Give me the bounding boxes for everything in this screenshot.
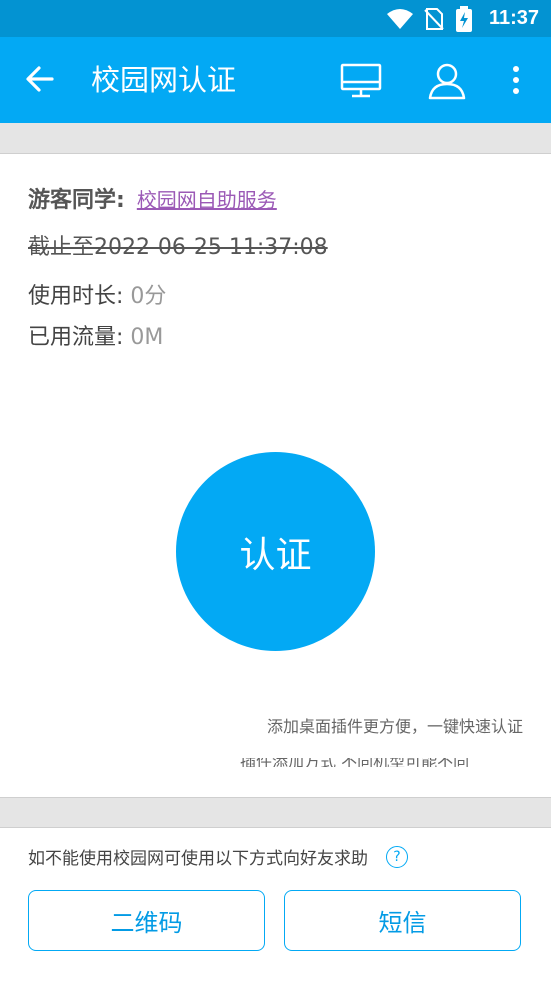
sms-button[interactable]: 短信 [284, 890, 521, 951]
qr-code-button-label: 二维码 [110, 909, 183, 937]
widget-tip-2: 插件添加方式 不同机型可能不同 [240, 758, 520, 767]
deadline-text: 截止至2022-06-25 11:37:08 [28, 235, 328, 260]
wifi-icon [387, 9, 413, 29]
self-service-link[interactable]: 校园网自助服务 [137, 188, 277, 212]
qr-code-button[interactable]: 二维码 [28, 890, 265, 951]
deadline-row: 截止至2022-06-25 11:37:08 [28, 233, 328, 263]
help-text: 如不能使用校园网可使用以下方式向好友求助 [28, 849, 368, 869]
arrow-back-icon[interactable] [24, 63, 56, 95]
widget-tip-2-text: 插件添加方式 不同机型可能不同 [240, 758, 469, 767]
clock: 11:37 [488, 7, 539, 29]
top-divider [0, 123, 551, 154]
sms-button-label: 短信 [378, 909, 427, 937]
bottom-divider [0, 797, 551, 828]
app-bar: 校园网认证 [0, 37, 551, 123]
guest-label: 游客同学: [28, 188, 125, 213]
traffic-value: 0M [130, 325, 164, 350]
more-vert-icon[interactable] [510, 65, 522, 95]
usage-time-row: 使用时长: 0分 [28, 282, 166, 312]
guest-row: 游客同学: 校园网自助服务 [28, 185, 277, 216]
battery-charging-icon [456, 6, 472, 32]
usage-time-value: 0分 [130, 284, 167, 309]
auth-button-label: 认证 [239, 534, 312, 576]
monitor-icon[interactable] [340, 63, 382, 99]
help-circle-icon[interactable]: ? [386, 846, 408, 868]
page-title: 校园网认证 [91, 63, 237, 97]
person-icon[interactable] [428, 62, 466, 100]
traffic-row: 已用流量: 0M [28, 323, 163, 353]
auth-button[interactable]: 认证 [176, 452, 375, 651]
help-row: 如不能使用校园网可使用以下方式向好友求助? [28, 846, 408, 871]
usage-time-label: 使用时长: [28, 284, 124, 309]
no-sim-icon [424, 8, 444, 30]
traffic-label: 已用流量: [28, 325, 124, 350]
widget-tip: 添加桌面插件更方便，一键快速认证 [266, 717, 523, 736]
status-bar: 11:37 [0, 0, 551, 37]
